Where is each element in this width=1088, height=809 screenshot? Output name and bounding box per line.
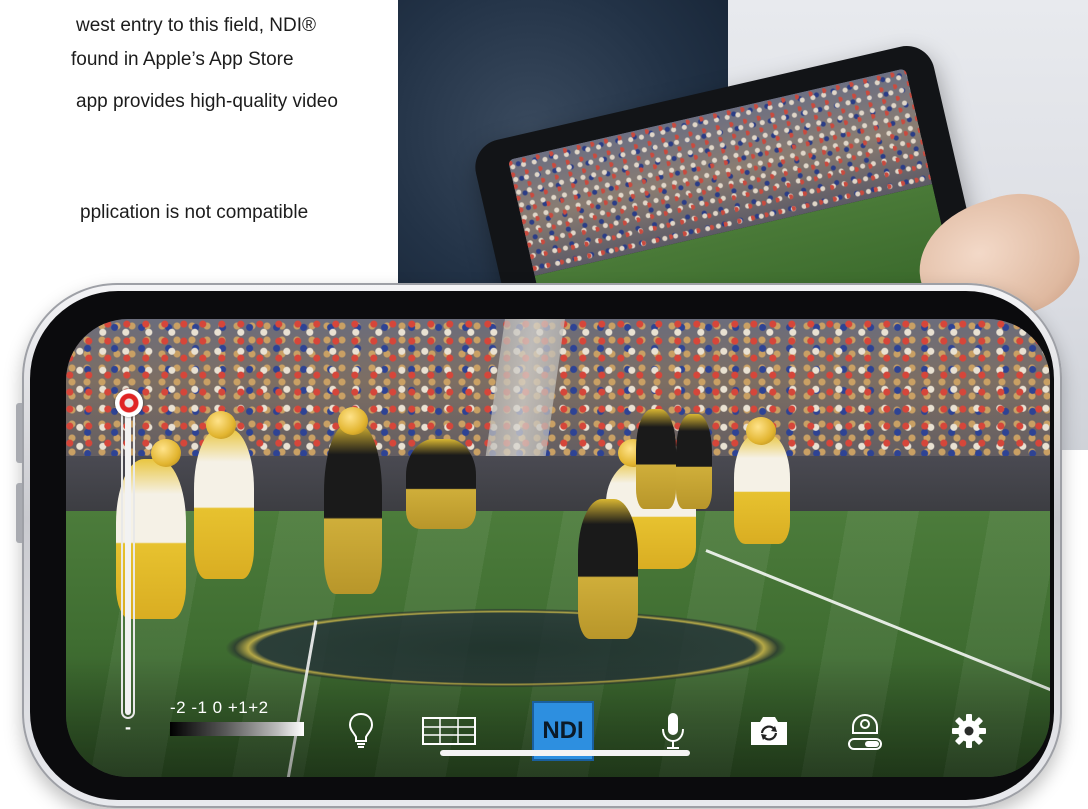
ndi-icon: NDI: [542, 717, 584, 744]
pan-tilt-camera-button[interactable]: [834, 703, 896, 759]
gear-icon: [952, 714, 986, 748]
exposure-slider-handle[interactable]: [115, 389, 143, 417]
player: [324, 424, 382, 594]
player: [194, 429, 254, 579]
microphone-icon: [662, 713, 684, 749]
doc-line-2: found in Apple’s App Store: [71, 49, 294, 70]
exposure-slider[interactable]: [115, 389, 143, 719]
player: [636, 409, 676, 509]
player-helmet: [338, 407, 368, 435]
camera-flip-icon: [751, 717, 787, 745]
doc-line-4: pplication is not compatible: [80, 202, 309, 223]
doc-line-3: app provides high-quality video: [76, 91, 338, 112]
player: [578, 499, 638, 639]
pan-tilt-camera-icon: [848, 714, 882, 750]
settings-button[interactable]: [938, 703, 1000, 759]
phone-device: - -2 -1 0 +1+2 NDI: [16, 283, 1062, 808]
ev-gradient-bar[interactable]: [170, 722, 304, 736]
home-indicator[interactable]: [440, 750, 690, 756]
lightbulb-button[interactable]: [330, 703, 392, 759]
camera-viewfinder[interactable]: - -2 -1 0 +1+2 NDI: [66, 319, 1050, 777]
camera-flip-button[interactable]: [738, 703, 800, 759]
player-helmet: [206, 411, 236, 439]
phone-side-button: [16, 403, 22, 463]
grid-icon: [422, 717, 476, 745]
exposure-fill: [125, 411, 131, 715]
player-helmet: [746, 417, 776, 445]
player: [734, 434, 790, 544]
player: [676, 414, 712, 509]
player: [406, 439, 476, 529]
exposure-minus-label: -: [125, 717, 131, 737]
phone-side-button: [16, 483, 22, 543]
lightbulb-icon: [348, 712, 374, 748]
doc-line-1: west entry to this field, NDI®: [76, 15, 316, 36]
ev-scale-label: -2 -1 0 +1+2: [170, 698, 269, 717]
player-helmet: [151, 439, 181, 467]
